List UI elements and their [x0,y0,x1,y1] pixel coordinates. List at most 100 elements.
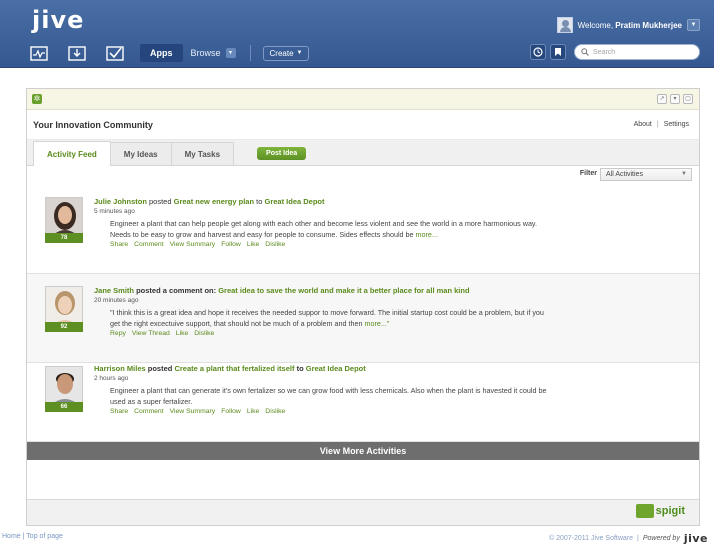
share-link[interactable]: Share [110,408,128,415]
idea-link[interactable]: Great new energy plan [174,197,254,206]
title-links: About | Settings [634,121,689,128]
nav-apps[interactable]: Apps [140,44,183,62]
history-clock-icon[interactable] [530,44,546,60]
like-link[interactable]: Like [247,241,259,248]
user-dropdown-icon[interactable]: ▼ [687,19,700,31]
user-menu[interactable]: Welcome, Pratim Mukherjee ▼ [556,17,700,33]
list-item: 78 Julie Johnston posted Great new energ… [27,185,699,274]
more-link[interactable]: more... [416,230,438,239]
verb-text: posted a comment on: [134,286,219,295]
jive-footer-logo[interactable]: jive [684,532,708,544]
nav-browse[interactable]: Browse ▼ [191,48,236,58]
target-link[interactable]: Great Idea Depot [306,364,366,373]
innovation-widget: ✲ ↗ ▾ ▢ Your Innovation Community About … [26,88,700,526]
widget-footer: spigit [27,499,699,525]
body-text: "I think this is a great idea and hope i… [110,308,544,328]
comment-link[interactable]: Comment [134,241,163,248]
top-header: jive Welcome, Pratim Mukherjee ▼ Apps Br… [0,0,714,68]
dislike-link[interactable]: Dislike [194,330,214,337]
maximize-icon[interactable]: ▢ [683,94,693,104]
prep-text: to [294,364,306,373]
list-item: 66 Harrison Miles posted Create a plant … [27,363,699,442]
comment-link[interactable]: Comment [134,408,163,415]
tab-my-ideas[interactable]: My Ideas [109,142,172,165]
activity-content: Harrison Miles posted Create a plant tha… [94,364,554,415]
jive-logo[interactable]: jive [32,6,84,34]
action-links: Share Comment View Summary Follow Like D… [94,408,554,415]
user-link[interactable]: Harrison Miles [94,364,146,373]
view-more-button[interactable]: View More Activities [27,442,699,460]
action-links: Repy View Thread Like Dislike [94,330,554,337]
tasks-checkbox-icon[interactable] [102,43,128,63]
dislike-link[interactable]: Dislike [265,408,285,415]
inbox-icon[interactable] [64,43,90,63]
view-summary-link[interactable]: View Summary [170,408,216,415]
share-link[interactable]: Share [110,241,128,248]
avatar[interactable] [45,366,83,404]
list-item: 92 Jane Smith posted a comment on: Great… [27,274,699,363]
timestamp: 20 minutes ago [94,297,139,304]
view-thread-link[interactable]: View Thread [132,330,170,337]
widget-header: ✲ ↗ ▾ ▢ [27,89,699,110]
header-tools: Search [530,44,700,60]
activity-headline: Jane Smith posted a comment on: Great id… [94,286,554,295]
body-text: Engineer a plant that can generate it's … [110,386,547,406]
prep-text: to [254,197,265,206]
idea-link[interactable]: Create a plant that fertalized itself [174,364,294,373]
copyright-text: © 2007-2011 Jive Software [549,535,634,542]
verb-text: posted [145,364,175,373]
idea-link[interactable]: Great idea to save the world and make it… [218,286,469,295]
collapse-icon[interactable]: ▾ [670,94,680,104]
filter-label: Filter [579,170,597,177]
home-link[interactable]: Home [2,533,21,540]
activity-headline: Julie Johnston posted Great new energy p… [94,197,554,206]
search-input[interactable]: Search [574,44,700,60]
top-of-page-link[interactable]: Top of page [26,533,63,540]
follow-link[interactable]: Follow [221,408,241,415]
widget-controls: ↗ ▾ ▢ [657,94,693,104]
action-links: Share Comment View Summary Follow Like D… [94,241,554,248]
spigit-logo[interactable]: spigit [635,504,685,518]
follow-link[interactable]: Follow [221,241,241,248]
gear-icon[interactable]: ✲ [32,94,42,104]
bookmark-icon[interactable] [550,44,566,60]
about-link[interactable]: About [634,121,652,128]
user-link[interactable]: Julie Johnston [94,197,147,206]
reply-link[interactable]: Repy [110,330,126,337]
filter-select[interactable]: All Activities ▼ [600,168,692,181]
create-label: Create [269,48,294,58]
settings-link[interactable]: Settings [664,121,689,128]
tab-my-tasks[interactable]: My Tasks [170,142,235,165]
create-button[interactable]: Create ▼ [262,45,310,61]
filter-value: All Activities [606,171,643,178]
activity-icon[interactable] [26,43,52,63]
footer-links: Home | Top of page [2,533,63,540]
timestamp: 2 hours ago [94,375,129,382]
more-link[interactable]: more..." [365,319,390,328]
chevron-down-icon: ▼ [225,48,236,58]
user-link[interactable]: Jane Smith [94,286,134,295]
activity-headline: Harrison Miles posted Create a plant tha… [94,364,554,373]
share-icon[interactable]: ↗ [657,94,667,104]
avatar[interactable] [45,197,83,235]
nav-divider [249,45,251,61]
chevron-down-icon: ▼ [681,171,687,177]
activity-body: "I think this is a great idea and hope i… [94,307,554,329]
link-separator: | [656,121,659,128]
avatar[interactable] [45,286,83,324]
search-placeholder: Search [593,48,616,56]
tab-activity-feed[interactable]: Activity Feed [33,141,111,166]
footer-separator: | [637,535,639,542]
page-title: Your Innovation Community [33,120,153,130]
view-summary-link[interactable]: View Summary [170,241,216,248]
dislike-link[interactable]: Dislike [265,241,285,248]
like-link[interactable]: Like [247,408,259,415]
page-footer: Home | Top of page © 2007-2011 Jive Soft… [0,532,714,544]
post-idea-button[interactable]: Post Idea [257,147,307,160]
target-link[interactable]: Great Idea Depot [265,197,325,206]
score-badge: 92 [45,322,83,332]
powered-by-text: Powered by [642,535,680,542]
chevron-down-icon: ▼ [296,50,303,56]
footer-credits: © 2007-2011 Jive Software | Powered by j… [549,532,708,544]
like-link[interactable]: Like [176,330,188,337]
